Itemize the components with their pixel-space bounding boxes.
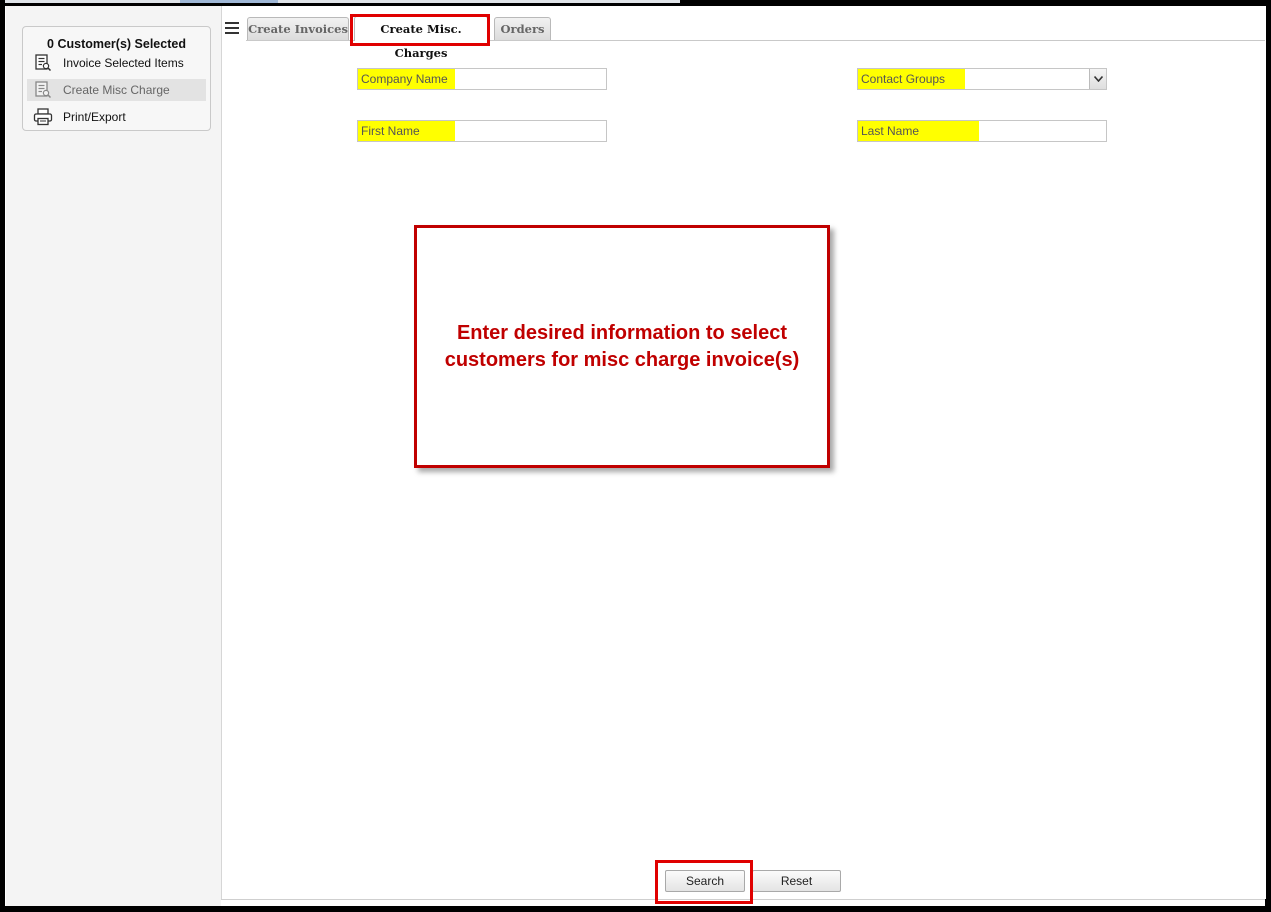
sidebar-item-invoice-selected[interactable]: Invoice Selected Items bbox=[27, 52, 206, 74]
sidebar: 0 Customer(s) Selected Invoice Selected … bbox=[6, 6, 221, 906]
tab-create-invoices[interactable]: Create Invoices bbox=[247, 17, 349, 40]
sidebar-item-label: Invoice Selected Items bbox=[63, 56, 184, 70]
last-name-input[interactable] bbox=[858, 121, 1106, 141]
selection-panel: 0 Customer(s) Selected Invoice Selected … bbox=[22, 26, 211, 131]
reset-button[interactable]: Reset bbox=[752, 870, 841, 892]
first-name-input[interactable] bbox=[358, 121, 606, 141]
callout-text: Enter desired information to select cust… bbox=[444, 321, 800, 371]
window-frame-left bbox=[0, 0, 5, 912]
contact-groups-select[interactable]: Contact Groups bbox=[857, 68, 1107, 90]
invoice-icon bbox=[33, 54, 53, 72]
instruction-callout: Enter desired information to select cust… bbox=[414, 225, 830, 468]
tab-annotation-box bbox=[350, 14, 490, 46]
company-name-field[interactable]: Company Name bbox=[357, 68, 607, 90]
window-frame-bottom bbox=[0, 906, 1271, 912]
search-annotation-box bbox=[655, 860, 753, 904]
sidebar-item-label: Create Misc Charge bbox=[63, 83, 170, 97]
sidebar-item-print-export[interactable]: Print/Export bbox=[27, 106, 206, 128]
last-name-field[interactable]: Last Name bbox=[857, 120, 1107, 142]
printer-icon bbox=[33, 108, 53, 126]
browser-tab-strip bbox=[5, 0, 680, 3]
sidebar-item-label: Print/Export bbox=[63, 110, 126, 124]
tab-orders[interactable]: Orders bbox=[494, 17, 551, 40]
contact-groups-placeholder: Contact Groups bbox=[858, 69, 965, 89]
chevron-down-icon[interactable] bbox=[1089, 69, 1106, 89]
menu-icon[interactable] bbox=[225, 22, 239, 34]
first-name-field[interactable]: First Name bbox=[357, 120, 607, 142]
company-name-input[interactable] bbox=[358, 69, 606, 89]
browser-tab-active bbox=[180, 0, 278, 3]
sidebar-item-create-misc-charge[interactable]: Create Misc Charge bbox=[27, 79, 206, 101]
misc-charge-icon bbox=[33, 81, 53, 99]
selected-count-title: 0 Customer(s) Selected bbox=[47, 37, 186, 51]
